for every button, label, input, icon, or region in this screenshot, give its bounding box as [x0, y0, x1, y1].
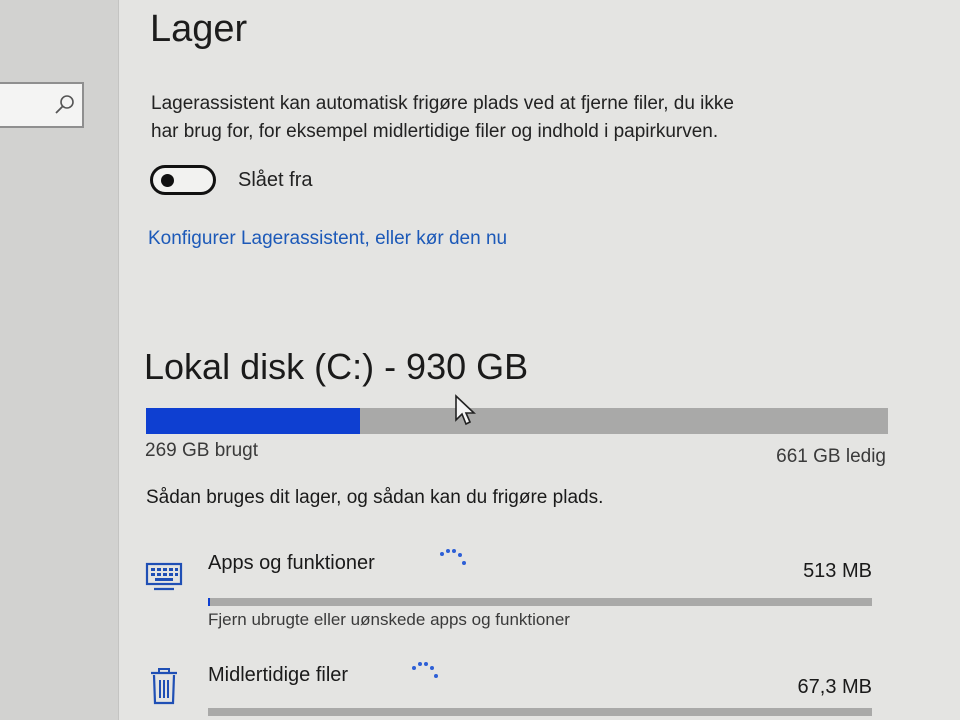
mouse-cursor-icon: [455, 394, 476, 426]
category-usage-fill: [208, 598, 210, 606]
configure-storage-sense-link[interactable]: Konfigurer Lagerassistent, eller kør den…: [148, 228, 507, 250]
disk-usage-fill: [146, 408, 361, 434]
category-description: Fjern ubrugte eller uønskede apps og fun…: [208, 610, 570, 629]
description-line-2: har brug for, for eksempel midlertidige …: [151, 121, 719, 142]
storage-sense-toggle[interactable]: [150, 165, 216, 195]
disk-usage-bar: [146, 408, 888, 434]
page-title: Lager: [150, 8, 248, 50]
category-size: 513 MB: [803, 560, 872, 582]
category-name: Apps og funktioner: [208, 552, 375, 574]
keyboard-icon: [145, 562, 183, 591]
category-size: 67,3 MB: [797, 676, 872, 698]
trash-icon: [151, 668, 177, 705]
loading-spinner-icon: [412, 660, 442, 680]
category-name: Midlertidige filer: [208, 664, 349, 686]
free-space-label: 661 GB ledig: [776, 446, 886, 467]
disk-title: Lokal disk (C:) - 930 GB: [144, 346, 529, 387]
toggle-state-label: Slået fra: [238, 169, 313, 191]
description-line-1: Lagerassistent kan automatisk frigøre pl…: [151, 93, 734, 114]
loading-spinner-icon: [440, 548, 470, 568]
toggle-knob: [161, 174, 174, 187]
storage-page: Lager Lagerassistent kan automatisk frig…: [118, 0, 960, 720]
sidebar: [0, 0, 119, 720]
storage-sense-description: Lagerassistent kan automatisk frigøre pl…: [151, 90, 871, 146]
search-box[interactable]: [0, 82, 84, 128]
usage-intro-text: Sådan bruges dit lager, og sådan kan du …: [146, 487, 604, 508]
category-usage-bar: [208, 598, 872, 606]
search-icon[interactable]: [54, 94, 76, 116]
used-space-label: 269 GB brugt: [145, 440, 259, 461]
category-usage-bar: [208, 708, 872, 716]
